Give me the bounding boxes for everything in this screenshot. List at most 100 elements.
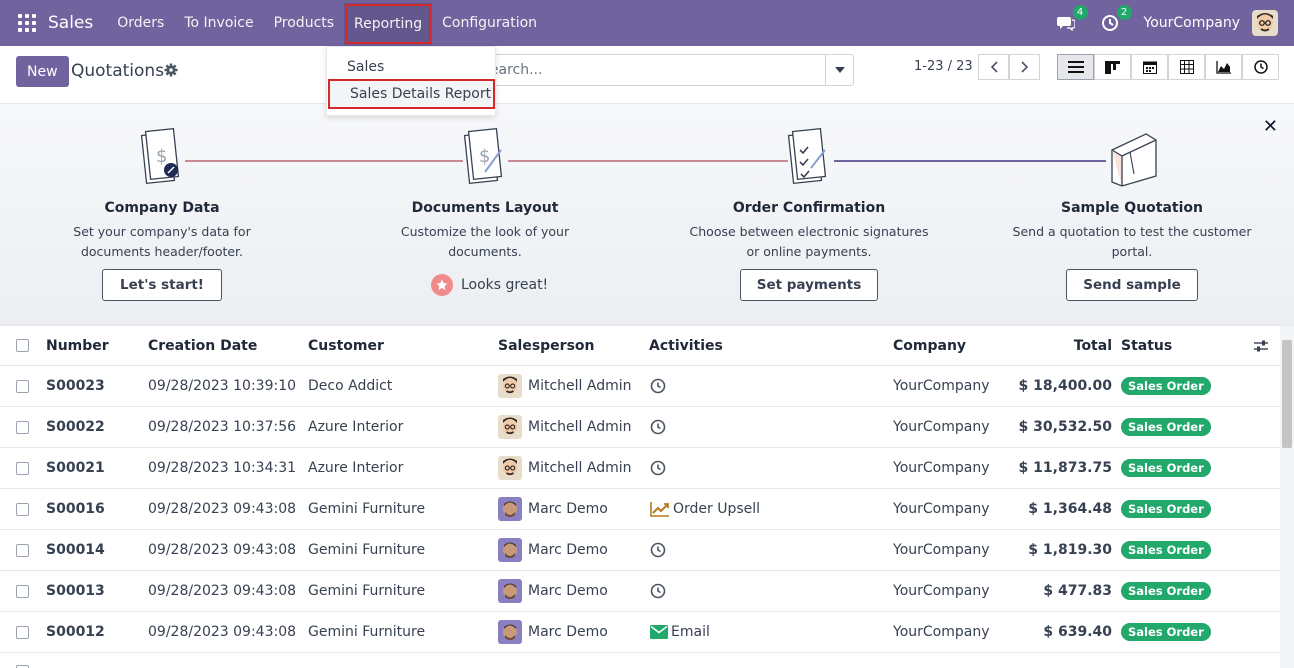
dropdown-item-sales-details-report[interactable]: Sales Details Report <box>328 79 495 109</box>
cell-salesperson[interactable]: Marc Demo <box>498 530 608 570</box>
table-row[interactable]: S00013 09/28/2023 09:43:08 Gemini Furnitur… <box>0 571 1280 612</box>
table-row[interactable]: S00023 09/28/2023 10:39:10 Deco Addict Mitc… <box>0 366 1280 407</box>
cell-total: $ 30,532.50 <box>1018 419 1112 435</box>
activity-view-button[interactable] <box>1242 54 1279 80</box>
salesperson-avatar <box>498 579 522 603</box>
table-row[interactable]: S00022 09/28/2023 10:37:56 Azure Interior M… <box>0 407 1280 448</box>
onboarding-banner: ✕ $ Company Data Set your company's data… <box>0 104 1294 326</box>
company-switcher[interactable]: YourCompany <box>1144 15 1241 31</box>
clock-icon <box>650 583 666 599</box>
close-icon[interactable]: ✕ <box>1263 116 1278 137</box>
pager-value[interactable]: 1-23 / 23 <box>914 59 973 74</box>
salesperson-name: Marc Demo <box>528 542 608 558</box>
scrollbar-thumb[interactable] <box>1282 340 1292 448</box>
list-view-button[interactable] <box>1057 54 1094 80</box>
cell-salesperson[interactable]: Marc Demo <box>498 571 608 611</box>
cell-activity[interactable] <box>650 407 669 447</box>
pivot-view-button[interactable] <box>1168 54 1205 80</box>
progress-line <box>834 160 1106 162</box>
salesperson-avatar <box>498 415 522 439</box>
graph-view-button[interactable] <box>1205 54 1242 80</box>
column-header-creation-date[interactable]: Creation Date <box>148 326 257 365</box>
send-sample-button[interactable]: Send sample <box>1066 269 1198 301</box>
menu-orders[interactable]: Orders <box>107 0 174 46</box>
cell-activity[interactable] <box>650 366 669 406</box>
pager-prev-button[interactable] <box>978 54 1009 80</box>
cell-activity[interactable] <box>650 571 669 611</box>
table-row[interactable]: S00016 09/28/2023 09:43:08 Gemini Furnitur… <box>0 489 1280 530</box>
cell-number: S00016 <box>46 501 105 517</box>
activity-icon[interactable] <box>650 419 666 435</box>
status-badge: Sales Order <box>1121 459 1211 477</box>
cell-salesperson[interactable]: Marc Demo <box>498 612 608 652</box>
status-badge: Sales Order <box>1121 418 1211 436</box>
menu-to-invoice[interactable]: To Invoice <box>174 0 263 46</box>
cell-salesperson[interactable]: Mitchell Admin <box>498 366 632 406</box>
cell-creation-date: 09/28/2023 10:37:56 <box>148 419 297 435</box>
app-brand[interactable]: Sales <box>48 13 93 33</box>
column-header-activities[interactable]: Activities <box>649 326 723 365</box>
column-header-salesperson[interactable]: Salesperson <box>498 326 595 365</box>
table-row[interactable]: S00021 09/28/2023 10:34:31 Azure Interior M… <box>0 448 1280 489</box>
select-all-checkbox[interactable] <box>16 339 29 352</box>
pager-next-button[interactable] <box>1009 54 1040 80</box>
row-checkbox[interactable] <box>16 379 29 393</box>
activities-icon[interactable]: 2 <box>1100 5 1132 33</box>
cell-company: YourCompany <box>893 378 990 394</box>
optional-columns-icon[interactable] <box>1254 326 1268 365</box>
cell-activity[interactable] <box>650 448 669 488</box>
menu-reporting[interactable]: Reporting <box>344 3 433 45</box>
activity-icon[interactable] <box>650 378 666 394</box>
cell-customer: Azure Interior <box>308 419 404 435</box>
column-header-total[interactable]: Total <box>1040 326 1112 365</box>
row-checkbox[interactable] <box>16 420 29 434</box>
table-row-partial[interactable] <box>0 653 1280 668</box>
step-description: Send a quotation to test the customer po… <box>1012 224 1252 259</box>
gear-icon[interactable] <box>164 63 178 81</box>
cell-total: $ 1,364.48 <box>1028 501 1112 517</box>
activity-icon[interactable] <box>650 625 668 639</box>
row-checkbox[interactable] <box>16 502 29 516</box>
new-button[interactable]: New <box>16 56 69 87</box>
activity-icon[interactable] <box>650 501 670 517</box>
column-header-number[interactable]: Number <box>46 326 109 365</box>
activity-icon[interactable] <box>650 460 666 476</box>
table-row[interactable]: S00012 09/28/2023 09:43:08 Gemini Furnitur… <box>0 612 1280 653</box>
cell-creation-date: 09/28/2023 10:39:10 <box>148 378 297 394</box>
cell-activity[interactable]: Order Upsell <box>650 489 760 529</box>
cell-activity[interactable]: Email <box>650 612 710 652</box>
menu-configuration[interactable]: Configuration <box>432 0 547 46</box>
menu-products[interactable]: Products <box>264 0 344 46</box>
user-avatar[interactable] <box>1252 10 1278 36</box>
cell-creation-date: 09/28/2023 10:34:31 <box>148 460 297 476</box>
cell-customer: Deco Addict <box>308 378 393 394</box>
row-checkbox[interactable] <box>16 461 29 475</box>
set-payments-button[interactable]: Set payments <box>740 269 878 301</box>
app-menu-icon[interactable] <box>18 14 36 32</box>
column-header-status[interactable]: Status <box>1121 326 1172 365</box>
dropdown-item-sales[interactable]: Sales <box>327 52 495 82</box>
email-icon <box>650 625 668 639</box>
document-dollar-icon: $ <box>138 127 186 190</box>
messages-icon[interactable]: 4 <box>1056 5 1088 33</box>
cell-salesperson[interactable]: Marc Demo <box>498 489 608 529</box>
search-bar[interactable]: Search... <box>470 54 854 86</box>
cell-salesperson[interactable]: Mitchell Admin <box>498 448 632 488</box>
lets-start-button[interactable]: Let's start! <box>102 269 222 301</box>
progress-line <box>508 160 788 162</box>
row-checkbox[interactable] <box>16 584 29 598</box>
row-checkbox[interactable] <box>16 625 29 639</box>
activity-icon[interactable] <box>650 583 666 599</box>
activity-icon[interactable] <box>650 542 666 558</box>
column-header-customer[interactable]: Customer <box>308 326 384 365</box>
cell-activity[interactable] <box>650 530 669 570</box>
cell-salesperson[interactable]: Mitchell Admin <box>498 407 632 447</box>
kanban-view-button[interactable] <box>1094 54 1131 80</box>
column-header-company[interactable]: Company <box>893 326 966 365</box>
search-options-toggle[interactable] <box>825 55 853 85</box>
cell-total: $ 477.83 <box>1043 583 1112 599</box>
table-row[interactable]: S00014 09/28/2023 09:43:08 Gemini Furnitur… <box>0 530 1280 571</box>
calendar-view-button[interactable] <box>1131 54 1168 80</box>
upsell-chart-icon <box>650 502 669 517</box>
row-checkbox[interactable] <box>16 543 29 557</box>
